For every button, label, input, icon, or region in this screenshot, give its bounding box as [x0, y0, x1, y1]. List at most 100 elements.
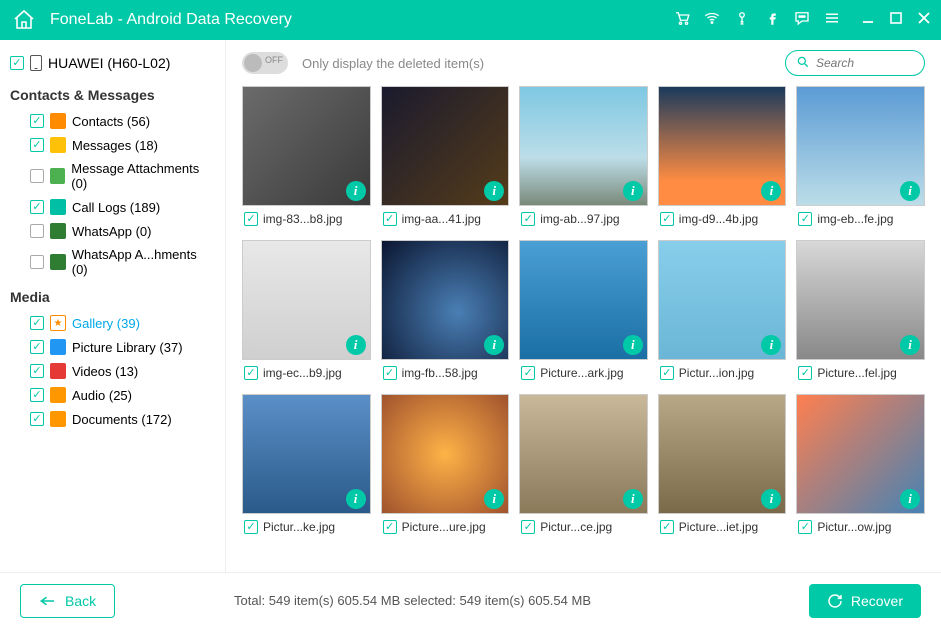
- facebook-icon[interactable]: [763, 9, 781, 32]
- thumb-card: i img-ec...b9.jpg: [242, 240, 371, 380]
- device-row[interactable]: HUAWEI (H60-L02): [10, 52, 215, 79]
- category-checkbox[interactable]: [30, 169, 44, 183]
- thumb-label-row: img-ec...b9.jpg: [242, 366, 371, 380]
- sidebar-item[interactable]: Message Attachments (0): [10, 157, 215, 195]
- thumbnail[interactable]: i: [658, 394, 787, 514]
- thumb-checkbox[interactable]: [244, 366, 258, 380]
- thumbnail[interactable]: i: [796, 240, 925, 360]
- thumb-checkbox[interactable]: [660, 520, 674, 534]
- phone-icon: [30, 55, 42, 71]
- search-input[interactable]: [816, 56, 914, 70]
- sidebar-item[interactable]: Call Logs (189): [10, 195, 215, 219]
- thumb-checkbox[interactable]: [521, 520, 535, 534]
- info-icon[interactable]: i: [346, 181, 366, 201]
- thumb-card: i Pictur...ke.jpg: [242, 394, 371, 534]
- category-icon: [50, 254, 66, 270]
- thumb-checkbox[interactable]: [798, 520, 812, 534]
- maximize-icon[interactable]: [889, 11, 903, 29]
- device-name: HUAWEI (H60-L02): [48, 55, 170, 71]
- thumbnail[interactable]: i: [658, 86, 787, 206]
- search-box[interactable]: [785, 50, 925, 76]
- thumbnail[interactable]: i: [242, 394, 371, 514]
- recover-button[interactable]: Recover: [809, 584, 921, 618]
- category-checkbox[interactable]: [30, 114, 44, 128]
- thumb-filename: Pictur...ke.jpg: [263, 520, 335, 534]
- search-icon: [796, 55, 810, 72]
- info-icon[interactable]: i: [623, 181, 643, 201]
- category-checkbox[interactable]: [30, 388, 44, 402]
- category-checkbox[interactable]: [30, 255, 44, 269]
- thumb-card: i img-d9...4b.jpg: [658, 86, 787, 226]
- key-icon[interactable]: [733, 9, 751, 32]
- sidebar-item[interactable]: ★Gallery (39): [10, 311, 215, 335]
- category-label: Messages (18): [72, 138, 158, 153]
- deleted-only-toggle[interactable]: OFF: [242, 52, 288, 74]
- home-icon[interactable]: [10, 6, 38, 34]
- thumb-label-row: img-aa...41.jpg: [381, 212, 510, 226]
- sidebar-item[interactable]: Audio (25): [10, 383, 215, 407]
- sidebar-item[interactable]: Picture Library (37): [10, 335, 215, 359]
- category-checkbox[interactable]: [30, 138, 44, 152]
- thumb-checkbox[interactable]: [660, 366, 674, 380]
- sidebar-item[interactable]: Messages (18): [10, 133, 215, 157]
- thumb-card: iPicture...fel.jpg: [796, 240, 925, 380]
- main: OFF Only display the deleted item(s) iim…: [226, 40, 941, 572]
- category-checkbox[interactable]: [30, 316, 44, 330]
- info-icon[interactable]: i: [900, 335, 920, 355]
- thumbnail[interactable]: i: [658, 240, 787, 360]
- cart-icon[interactable]: [673, 9, 691, 32]
- toggle-knob: [244, 54, 262, 72]
- minimize-icon[interactable]: [861, 11, 875, 29]
- category-checkbox[interactable]: [30, 364, 44, 378]
- thumb-checkbox[interactable]: [798, 212, 812, 226]
- thumbnail[interactable]: i: [796, 394, 925, 514]
- category-checkbox[interactable]: [30, 340, 44, 354]
- thumb-checkbox[interactable]: [660, 212, 674, 226]
- info-icon[interactable]: i: [623, 335, 643, 355]
- thumbnail[interactable]: i: [242, 240, 371, 360]
- device-checkbox[interactable]: [10, 56, 24, 70]
- sidebar-item[interactable]: WhatsApp A...hments (0): [10, 243, 215, 281]
- thumbnail[interactable]: i: [242, 86, 371, 206]
- back-button[interactable]: Back: [20, 584, 115, 618]
- category-checkbox[interactable]: [30, 412, 44, 426]
- back-label: Back: [65, 593, 96, 609]
- thumb-label-row: Pictur...ow.jpg: [796, 520, 925, 534]
- thumbnail[interactable]: i: [381, 86, 510, 206]
- thumb-card: iimg-ab...97.jpg: [519, 86, 648, 226]
- thumb-card: i Pictur...ow.jpg: [796, 394, 925, 534]
- sidebar-item[interactable]: Contacts (56): [10, 109, 215, 133]
- thumbnail[interactable]: i: [796, 86, 925, 206]
- thumbnail[interactable]: i: [381, 394, 510, 514]
- sidebar-item[interactable]: WhatsApp (0): [10, 219, 215, 243]
- category-checkbox[interactable]: [30, 200, 44, 214]
- sidebar-item[interactable]: Documents (172): [10, 407, 215, 431]
- thumb-label-row: img-d9...4b.jpg: [658, 212, 787, 226]
- info-icon[interactable]: i: [346, 335, 366, 355]
- grid-scroll[interactable]: iimg-83...b8.jpgiimg-aa...41.jpgiimg-ab.…: [226, 86, 941, 572]
- wifi-icon[interactable]: [703, 9, 721, 32]
- thumb-checkbox[interactable]: [798, 366, 812, 380]
- info-icon[interactable]: i: [346, 489, 366, 509]
- thumb-label-row: img-fb...58.jpg: [381, 366, 510, 380]
- thumbnail[interactable]: i: [519, 394, 648, 514]
- close-icon[interactable]: [917, 11, 931, 29]
- thumb-checkbox[interactable]: [521, 366, 535, 380]
- thumb-checkbox[interactable]: [244, 212, 258, 226]
- thumb-checkbox[interactable]: [383, 212, 397, 226]
- menu-icon[interactable]: [823, 9, 841, 32]
- info-icon[interactable]: i: [900, 181, 920, 201]
- category-checkbox[interactable]: [30, 224, 44, 238]
- chat-icon[interactable]: [793, 9, 811, 32]
- thumb-checkbox[interactable]: [521, 212, 535, 226]
- thumb-checkbox[interactable]: [383, 366, 397, 380]
- info-icon[interactable]: i: [900, 489, 920, 509]
- info-icon[interactable]: i: [623, 489, 643, 509]
- thumb-card: iPictur...ion.jpg: [658, 240, 787, 380]
- thumb-checkbox[interactable]: [244, 520, 258, 534]
- thumbnail[interactable]: i: [519, 86, 648, 206]
- thumbnail[interactable]: i: [519, 240, 648, 360]
- sidebar-item[interactable]: Videos (13): [10, 359, 215, 383]
- thumb-checkbox[interactable]: [383, 520, 397, 534]
- thumbnail[interactable]: i: [381, 240, 510, 360]
